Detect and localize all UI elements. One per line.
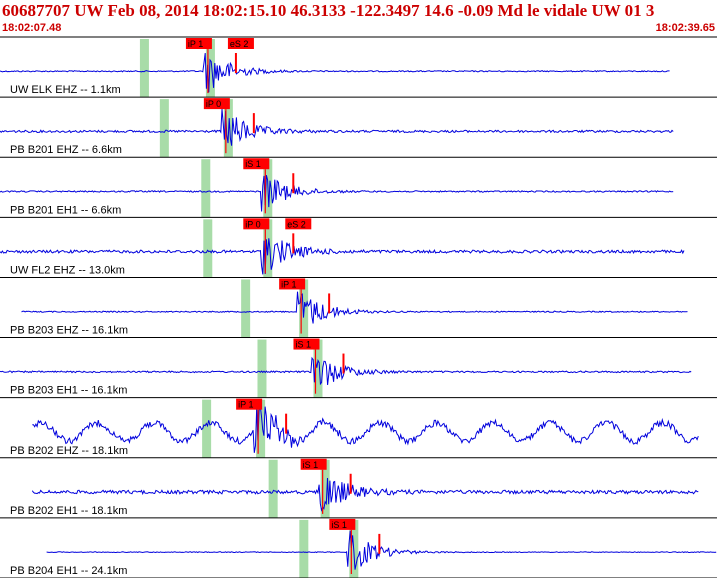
p-window-band (299, 519, 309, 578)
pick-label: eS 2 (287, 219, 306, 229)
pick-label: iP 1 (238, 400, 253, 410)
waveform-trace (32, 406, 699, 453)
pick-label: iS 1 (331, 520, 347, 530)
seismogram-panel: iP 1 eS 2 UW ELK EHZ -- 1.1km iP 0 PB B201 E… (0, 36, 717, 578)
waveform-trace (46, 530, 717, 570)
pick-label: iS 1 (295, 340, 311, 350)
station-label: UW ELK EHZ -- 1.1km (10, 84, 121, 96)
pick-label: iP 0 (206, 99, 221, 109)
p-window-band (241, 279, 251, 338)
station-label: PB B201 EH1 -- 6.6km (10, 204, 121, 216)
p-window-band (202, 399, 212, 458)
station-label: PB B201 EHZ -- 6.6km (10, 144, 122, 156)
pick-label: iP 1 (188, 39, 203, 49)
waveform-trace (0, 356, 692, 386)
waveform-trace (21, 291, 688, 324)
station-label: PB B203 EH1 -- 16.1km (10, 385, 127, 397)
p-window-band (159, 99, 169, 158)
station-label: PB B204 EH1 -- 24.1km (10, 565, 127, 577)
p-window-band (268, 459, 278, 518)
waveform-trace (0, 108, 674, 146)
pick-label: iP 1 (281, 279, 296, 289)
p-window-band (201, 159, 211, 218)
pick-label: iS 1 (303, 460, 319, 470)
p-window-band (203, 219, 213, 278)
p-window-band (139, 39, 149, 98)
station-label: UW FL2 EHZ -- 13.0km (10, 264, 125, 276)
pick-label: eS 2 (230, 39, 249, 49)
p-window-band (257, 339, 267, 398)
station-label: PB B202 EH1 -- 18.1km (10, 505, 127, 517)
pick-label: iS 1 (245, 159, 261, 169)
station-label: PB B202 EHZ -- 18.1km (10, 445, 128, 457)
waveform-trace (31, 477, 699, 512)
station-label: PB B203 EHZ -- 16.1km (10, 325, 128, 337)
pick-label: iP 0 (245, 219, 260, 229)
